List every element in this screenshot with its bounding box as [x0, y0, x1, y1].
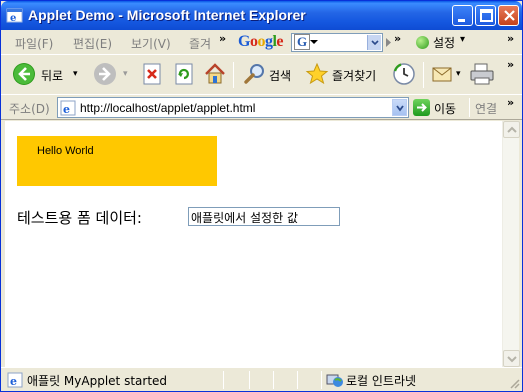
ie-app-icon: e — [6, 8, 23, 24]
ie-window: e Applet Demo - Microsoft Internet Explo… — [0, 0, 523, 392]
google-search-arrow-icon[interactable] — [386, 38, 392, 47]
intranet-globe-icon — [326, 374, 343, 387]
svg-text:e: e — [10, 13, 16, 24]
go-arrow-icon — [413, 99, 430, 116]
print-icon[interactable] — [469, 62, 495, 86]
address-url: http://localhost/applet/applet.html — [80, 101, 256, 115]
svg-text:e: e — [63, 103, 70, 116]
toolbar-separator — [423, 62, 424, 88]
mail-dropdown-arrow[interactable]: ▾ — [456, 69, 461, 79]
status-text: 애플릿 MyApplet started — [27, 374, 168, 388]
back-arrow-icon[interactable] — [12, 62, 36, 86]
svg-text:e: e — [10, 375, 17, 388]
stop-icon[interactable] — [141, 62, 163, 86]
status-separator — [273, 371, 274, 389]
mail-icon[interactable] — [431, 62, 455, 86]
google-g-icon: G — [294, 34, 310, 50]
search-button-label[interactable]: 검색 — [269, 67, 291, 84]
status-separator — [223, 371, 224, 389]
links-overflow-chevron[interactable]: » — [507, 96, 514, 109]
menu-file[interactable]: 파일(F) — [15, 35, 53, 52]
close-button[interactable] — [498, 5, 519, 26]
chevron-down-icon — [371, 40, 379, 46]
page-icon: e — [60, 100, 76, 116]
favorites-star-icon[interactable] — [305, 62, 329, 86]
status-separator — [297, 371, 298, 389]
favorites-button-label[interactable]: 즐겨찾기 — [332, 67, 376, 84]
history-icon[interactable] — [392, 62, 416, 86]
forward-arrow-icon[interactable] — [93, 62, 117, 86]
home-icon[interactable] — [203, 62, 227, 86]
close-icon — [504, 10, 515, 21]
settings-status-icon — [416, 36, 429, 49]
back-button-label[interactable]: 뒤로 — [41, 67, 63, 84]
maximize-button[interactable] — [475, 5, 496, 26]
minimize-icon — [458, 19, 465, 22]
go-label: 이동 — [434, 102, 457, 116]
security-zone-label: 로컬 인트라넷 — [346, 374, 417, 388]
address-dropdown-button[interactable] — [392, 99, 407, 116]
menu-bar: 파일(F) 편집(E) 보기(V) 즐겨 » Google G » 설정 ▾ » — [1, 30, 522, 84]
chevron-down-icon — [396, 105, 404, 112]
maximize-icon — [480, 9, 493, 22]
google-overflow-chevron[interactable]: » — [394, 32, 401, 45]
status-separator — [321, 371, 322, 389]
settings-arrow-icon: ▾ — [460, 34, 466, 45]
chevron-up-icon — [507, 126, 517, 133]
page-content: Hello World 테스트용 폼 데이터: 애플릿에서 설정한 값 — [5, 121, 502, 367]
status-bar: e 애플릿 MyApplet started 로컬 인트라넷 — [1, 367, 522, 391]
address-bar: 주소(D) e http://localhost/applet/applet.h… — [1, 96, 522, 120]
menu-view[interactable]: 보기(V) — [131, 35, 171, 52]
minimize-button[interactable] — [452, 5, 473, 26]
applet-panel[interactable]: Hello World — [17, 136, 217, 186]
address-input[interactable]: e http://localhost/applet/applet.html — [57, 97, 409, 118]
google-dropdown-button[interactable] — [367, 35, 381, 50]
settings-label: 설정 — [433, 36, 456, 50]
title-bar[interactable]: e Applet Demo - Microsoft Internet Explo… — [1, 1, 522, 30]
standard-toolbar: 뒤로 ▾ ▾ 검색 즐겨찾기 ▾ » — [1, 56, 522, 95]
page-status-icon: e — [7, 372, 23, 388]
chevron-down-icon — [507, 356, 517, 363]
menu-overflow-chevron[interactable]: » — [219, 32, 226, 45]
status-separator — [249, 371, 250, 389]
google-search-box[interactable]: G — [291, 33, 383, 52]
address-label: 주소(D) — [9, 102, 50, 116]
form-data-input[interactable]: 애플릿에서 설정한 값 — [188, 207, 340, 226]
window-title: Applet Demo - Microsoft Internet Explore… — [28, 7, 306, 23]
resize-grip-icon[interactable] — [508, 377, 520, 389]
search-icon[interactable] — [243, 62, 267, 86]
applet-hello-text: Hello World — [37, 145, 94, 157]
menu-favorites[interactable]: 즐겨 — [189, 35, 211, 52]
google-dropdown-arrow-icon — [310, 40, 318, 44]
google-logo: Google — [238, 33, 284, 50]
forward-dropdown-arrow[interactable]: ▾ — [123, 69, 128, 79]
status-message: e 애플릿 MyApplet started — [7, 372, 167, 391]
refresh-icon[interactable] — [173, 62, 195, 86]
address-separator — [469, 98, 470, 117]
vertical-scrollbar[interactable] — [502, 121, 520, 367]
menu-edit[interactable]: 편집(E) — [73, 35, 112, 52]
form-data-label: 테스트용 폼 데이터: — [17, 209, 142, 227]
back-dropdown-arrow[interactable]: ▾ — [73, 69, 78, 79]
security-zone[interactable]: 로컬 인트라넷 — [326, 372, 416, 391]
menu-right-overflow-chevron[interactable]: » — [507, 32, 514, 45]
links-label[interactable]: 연결 — [475, 100, 497, 117]
scroll-up-button[interactable] — [503, 121, 520, 138]
scroll-down-button[interactable] — [503, 350, 520, 367]
toolbar-separator — [233, 62, 234, 88]
toolbar-overflow-chevron[interactable]: » — [507, 58, 514, 71]
